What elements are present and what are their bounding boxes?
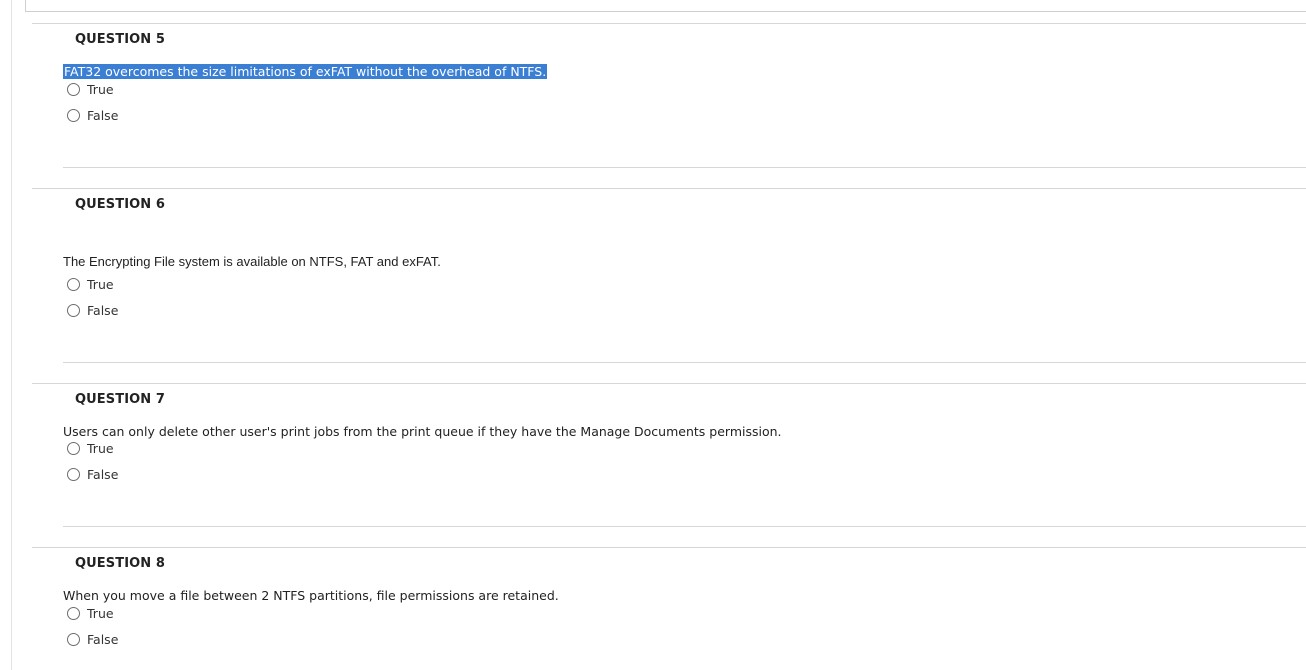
radio-button[interactable]	[67, 633, 80, 646]
option-label: True	[87, 606, 114, 621]
question-separator	[32, 547, 1306, 548]
question-title: QUESTION 5	[75, 32, 166, 47]
question-separator	[32, 23, 1306, 24]
option-label: False	[87, 632, 119, 647]
question-separator	[32, 383, 1306, 384]
question-title: QUESTION 7	[75, 392, 166, 407]
radio-button[interactable]	[67, 109, 80, 122]
radio-button[interactable]	[67, 468, 80, 481]
option-true[interactable]: True	[67, 277, 114, 292]
question-text: When you move a file between 2 NTFS part…	[63, 588, 559, 603]
option-label: True	[87, 277, 114, 292]
question-separator	[32, 188, 1306, 189]
option-label: True	[87, 441, 114, 456]
option-true[interactable]: True	[67, 441, 114, 456]
question-divider	[63, 526, 1306, 527]
option-true[interactable]: True	[67, 82, 114, 97]
previous-section-bottom	[25, 0, 1306, 12]
option-label: False	[87, 303, 119, 318]
left-border	[11, 0, 12, 670]
option-false[interactable]: False	[67, 632, 118, 647]
question-title: QUESTION 6	[75, 197, 166, 212]
question-text: FAT32 overcomes the size limitations of …	[63, 64, 548, 79]
option-false[interactable]: False	[67, 467, 118, 482]
question-title: QUESTION 8	[75, 556, 166, 571]
option-false[interactable]: False	[67, 303, 118, 318]
option-true[interactable]: True	[67, 606, 114, 621]
question-text: The Encrypting File system is available …	[63, 254, 441, 269]
radio-button[interactable]	[67, 278, 80, 291]
option-label: False	[87, 467, 119, 482]
radio-button[interactable]	[67, 442, 80, 455]
question-divider	[63, 167, 1306, 168]
radio-button[interactable]	[67, 607, 80, 620]
option-label: False	[87, 108, 119, 123]
option-label: True	[87, 82, 114, 97]
radio-button[interactable]	[67, 83, 80, 96]
radio-button[interactable]	[67, 304, 80, 317]
question-text: Users can only delete other user's print…	[63, 424, 782, 439]
option-false[interactable]: False	[67, 108, 118, 123]
selected-text[interactable]: FAT32 overcomes the size limitations of …	[63, 64, 548, 79]
question-divider	[63, 362, 1306, 363]
